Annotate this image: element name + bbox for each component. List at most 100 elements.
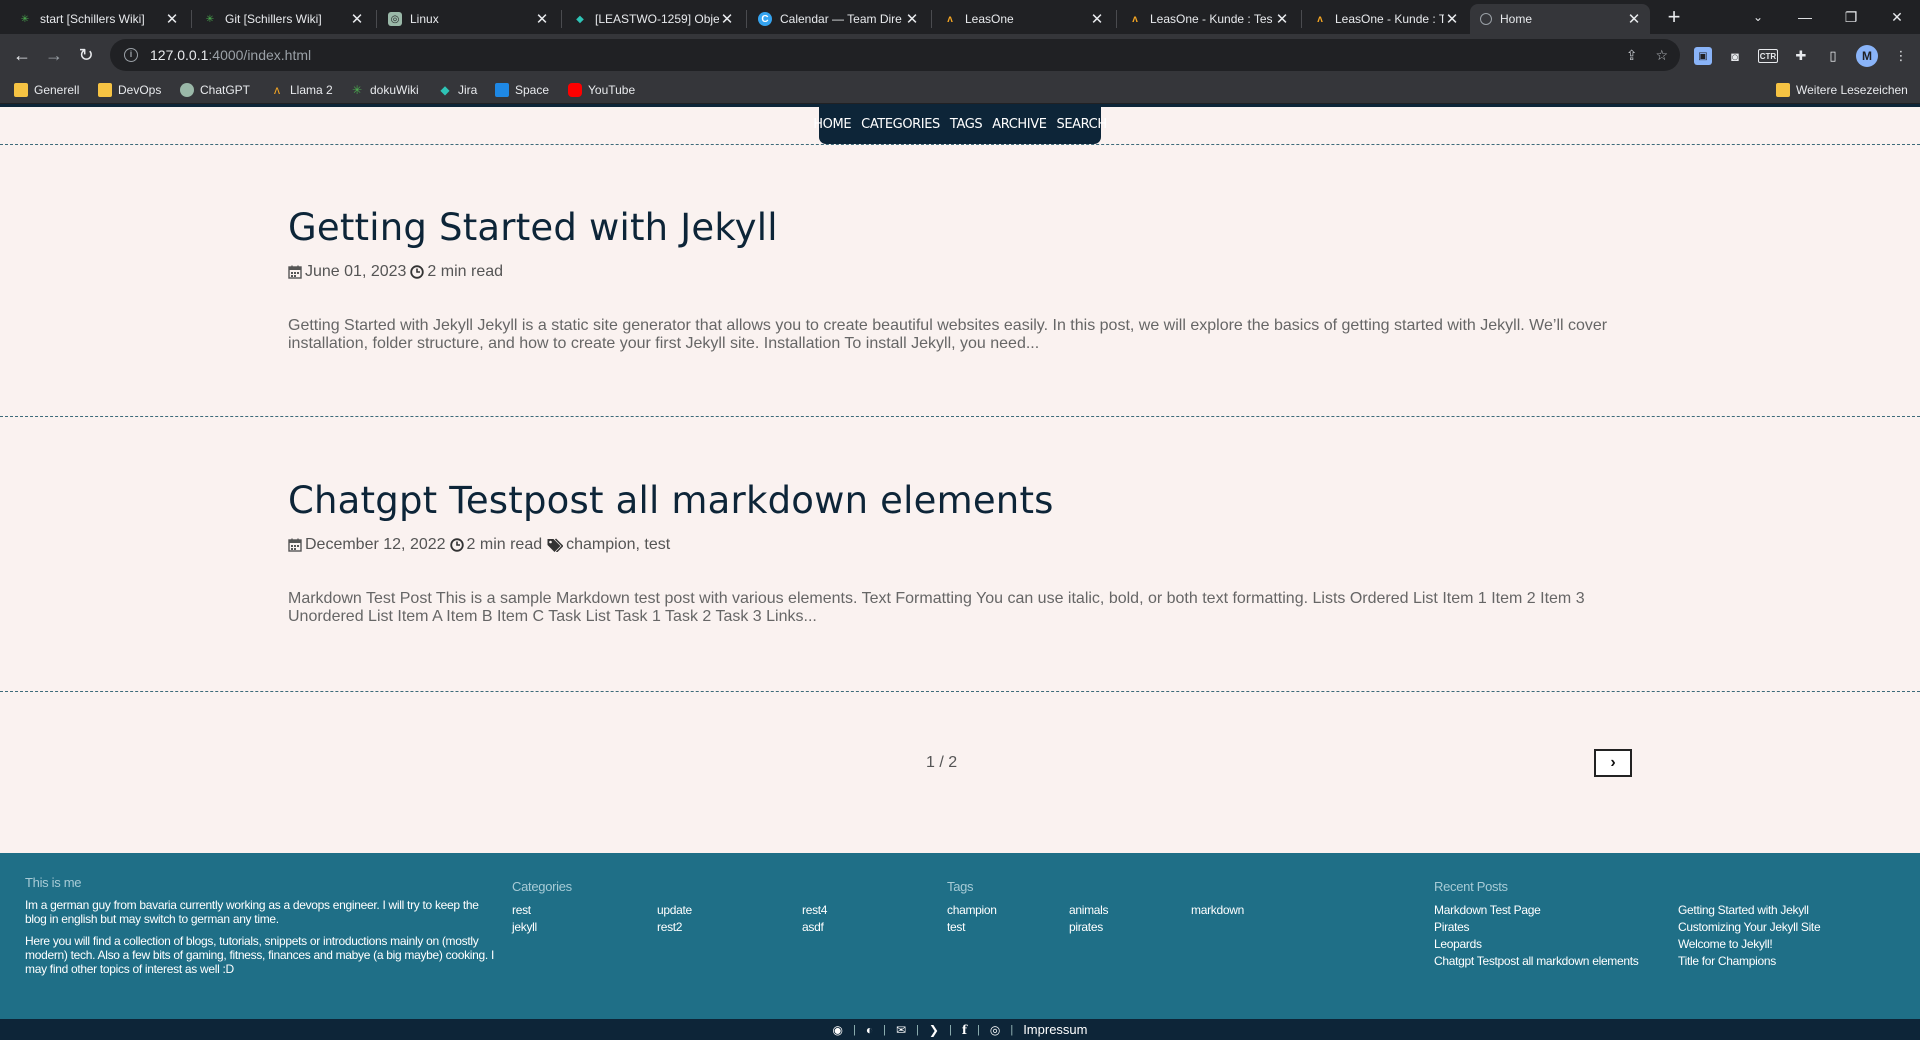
browser-tab[interactable]: ◆ [LEASTWO-1259] Obje ✕ bbox=[563, 4, 743, 34]
post-title[interactable]: Chatgpt Testpost all markdown elements bbox=[288, 479, 1633, 522]
bookmark-label: dokuWiki bbox=[370, 83, 419, 97]
side-panel-icon[interactable]: ▯ bbox=[1824, 47, 1842, 65]
recent-post-link[interactable]: Pirates bbox=[1434, 919, 1678, 936]
browser-toolbar: ← → ↻ i 127.0.0.1:4000/index.html ⇪ ☆ ▣ … bbox=[0, 34, 1920, 76]
bookmark-item[interactable]: ChatGPT bbox=[180, 76, 250, 104]
tab-close-icon[interactable]: ✕ bbox=[164, 10, 180, 28]
facebook-icon[interactable]: f bbox=[962, 1023, 967, 1037]
bookmark-folder[interactable]: DevOps bbox=[98, 76, 161, 104]
bookmark-label: Space bbox=[515, 83, 550, 97]
nav-categories-link[interactable]: CATEGORIES bbox=[861, 117, 940, 132]
rss-icon[interactable]: ◉ bbox=[833, 1023, 843, 1037]
minimize-icon[interactable]: — bbox=[1782, 0, 1828, 34]
twitter-icon[interactable]: ❯ bbox=[929, 1023, 939, 1037]
category-link[interactable]: rest bbox=[512, 902, 657, 919]
browser-tab[interactable]: ✳ Git [Schillers Wiki] ✕ bbox=[193, 4, 373, 34]
bookmark-item[interactable]: ᴧ Llama 2 bbox=[270, 76, 333, 104]
ctr-extension-icon[interactable]: CTR bbox=[1758, 49, 1778, 63]
nav-home-link[interactable]: HOME bbox=[813, 117, 851, 132]
browser-tab[interactable]: ◎ Linux ✕ bbox=[378, 4, 558, 34]
forward-arrow-icon[interactable]: → bbox=[40, 41, 68, 69]
other-bookmarks-folder[interactable]: Weitere Lesezeichen bbox=[1776, 76, 1908, 104]
footer-categories: Categories rest update rest4 jekyll rest… bbox=[512, 879, 932, 936]
bookmark-label: ChatGPT bbox=[200, 83, 251, 97]
new-tab-button[interactable]: + bbox=[1660, 4, 1688, 32]
separator: | bbox=[948, 1023, 952, 1036]
recent-post-link[interactable]: Markdown Test Page bbox=[1434, 902, 1678, 919]
tab-search-chevron-icon[interactable]: ⌄ bbox=[1748, 0, 1768, 34]
extensions-puzzle-icon[interactable]: ✚ bbox=[1792, 47, 1810, 65]
tab-close-icon[interactable]: ✕ bbox=[534, 10, 550, 28]
tab-title: Home bbox=[1500, 12, 1533, 26]
nav-tags-link[interactable]: TAGS bbox=[950, 117, 983, 132]
post-tags-link[interactable]: champion, test bbox=[566, 536, 670, 554]
bookmark-folder[interactable]: Generell bbox=[14, 76, 79, 104]
wiki-favicon-icon: ✳ bbox=[20, 13, 30, 25]
post-read-time: 2 min read bbox=[427, 263, 504, 280]
bookmark-item[interactable]: ◆ Jira bbox=[438, 76, 477, 104]
bookmark-item[interactable]: YouTube bbox=[568, 76, 635, 104]
tab-title: LeasOne - Kunde : Tes bbox=[1150, 12, 1273, 26]
recent-post-link[interactable]: Chatgpt Testpost all markdown elements bbox=[1434, 953, 1678, 970]
chatgpt-icon bbox=[180, 83, 194, 97]
tag-link[interactable]: pirates bbox=[1069, 919, 1191, 936]
bookmark-item[interactable]: Space bbox=[495, 76, 549, 104]
reload-icon[interactable]: ↻ bbox=[72, 41, 100, 69]
category-link[interactable]: asdf bbox=[802, 919, 932, 936]
tab-close-icon[interactable]: ✕ bbox=[1089, 10, 1105, 28]
calendar-icon bbox=[288, 265, 302, 279]
tag-link[interactable]: test bbox=[947, 919, 1069, 936]
category-link[interactable]: update bbox=[657, 902, 802, 919]
recent-post-link[interactable]: Title for Champions bbox=[1678, 953, 1898, 970]
tag-link[interactable]: markdown bbox=[1191, 902, 1313, 919]
browser-tab-active[interactable]: Home ✕ bbox=[1470, 4, 1650, 34]
bookmark-label: Generell bbox=[34, 83, 80, 97]
category-link[interactable]: rest4 bbox=[802, 902, 932, 919]
tab-close-icon[interactable]: ✕ bbox=[719, 10, 735, 28]
share-icon[interactable]: ⇪ bbox=[1626, 47, 1638, 64]
tab-close-icon[interactable]: ✕ bbox=[349, 10, 365, 28]
browser-tab[interactable]: ʌ LeasOne ✕ bbox=[933, 4, 1113, 34]
site-info-icon[interactable]: i bbox=[124, 48, 138, 62]
recent-post-link[interactable]: Welcome to Jekyll! bbox=[1678, 936, 1898, 953]
tab-close-icon[interactable]: ✕ bbox=[904, 10, 920, 28]
post-title[interactable]: Getting Started with Jekyll bbox=[288, 206, 1633, 249]
tag-link[interactable]: animals bbox=[1069, 902, 1191, 919]
category-link[interactable]: rest2 bbox=[657, 919, 802, 936]
recent-post-link[interactable]: Customizing Your Jekyll Site bbox=[1678, 919, 1898, 936]
back-arrow-icon[interactable]: ← bbox=[8, 41, 36, 69]
bookmark-item[interactable]: ✳ dokuWiki bbox=[350, 76, 419, 104]
nav-archive-link[interactable]: ARCHIVE bbox=[992, 117, 1047, 132]
restore-icon[interactable]: ❐ bbox=[1828, 0, 1874, 34]
address-bar[interactable]: i 127.0.0.1:4000/index.html ⇪ ☆ bbox=[110, 39, 1680, 71]
recent-post-link[interactable]: Leopards bbox=[1434, 936, 1678, 953]
close-window-icon[interactable]: ✕ bbox=[1874, 0, 1920, 34]
jira-favicon-icon: ◆ bbox=[576, 13, 584, 25]
browser-tab[interactable]: ✳ start [Schillers Wiki] ✕ bbox=[8, 4, 188, 34]
tab-title: LeasOne bbox=[965, 12, 1014, 26]
camera-icon[interactable]: ◙ bbox=[1726, 47, 1744, 65]
tab-close-icon[interactable]: ✕ bbox=[1274, 10, 1290, 28]
email-icon[interactable]: ✉ bbox=[896, 1023, 906, 1037]
site-navigation: HOME CATEGORIES TAGS ARCHIVE SEARCH bbox=[813, 104, 1107, 144]
url-text[interactable]: 127.0.0.1:4000/index.html bbox=[150, 47, 311, 63]
github-icon[interactable]: ◐ bbox=[866, 1023, 873, 1037]
post-meta: June 01, 2023 2 min read bbox=[288, 263, 1633, 281]
tab-close-icon[interactable]: ✕ bbox=[1626, 10, 1642, 28]
instagram-icon[interactable]: ◎ bbox=[990, 1023, 1000, 1037]
nav-search-link[interactable]: SEARCH bbox=[1057, 117, 1108, 132]
next-page-button[interactable]: › bbox=[1594, 749, 1632, 777]
recent-post-link[interactable]: Getting Started with Jekyll bbox=[1678, 902, 1898, 919]
tag-link[interactable]: champion bbox=[947, 902, 1069, 919]
browser-tab[interactable]: ʌ LeasOne - Kunde : Tes ✕ bbox=[1303, 4, 1468, 34]
menu-kebab-icon[interactable]: ⋮ bbox=[1892, 47, 1910, 65]
category-link[interactable]: jekyll bbox=[512, 919, 657, 936]
bookmark-star-icon[interactable]: ☆ bbox=[1655, 47, 1668, 64]
impressum-link[interactable]: Impressum bbox=[1023, 1022, 1087, 1037]
profile-avatar[interactable]: M bbox=[1856, 45, 1878, 67]
password-manager-icon[interactable]: ▣ bbox=[1694, 47, 1712, 65]
browser-tab[interactable]: C Calendar — Team Dire ✕ bbox=[748, 4, 928, 34]
browser-tab[interactable]: ʌ LeasOne - Kunde : Tes ✕ bbox=[1118, 4, 1298, 34]
tab-close-icon[interactable]: ✕ bbox=[1444, 10, 1460, 28]
tab-separator bbox=[931, 10, 932, 28]
